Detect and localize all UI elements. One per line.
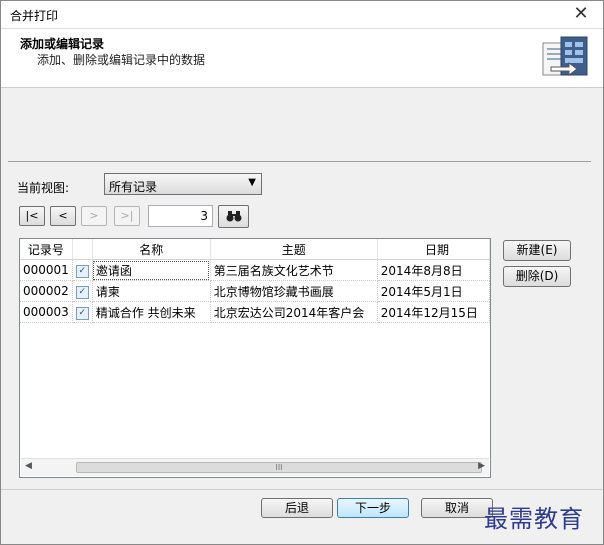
binoculars-icon	[226, 211, 241, 222]
table-row[interactable]: 000003 ✓ 精诚合作 共创未来 北京宏达公司2014年客户会 2014年1…	[20, 301, 490, 323]
close-icon[interactable]: ✕	[571, 3, 591, 25]
table-row[interactable]: 000002 ✓ 请柬 北京博物馆珍藏书画展 2014年5月1日	[20, 280, 490, 302]
back-button[interactable]: 后退	[261, 498, 333, 518]
merge-document-icon	[542, 36, 588, 76]
previous-record-button[interactable]: <	[50, 206, 76, 226]
column-header-record-id[interactable]: 记录号	[20, 239, 73, 260]
header-divider	[8, 161, 591, 162]
find-button[interactable]	[218, 205, 249, 228]
column-header-date[interactable]: 日期	[377, 239, 490, 260]
window-title: 合并打印	[10, 9, 59, 23]
footer-divider	[1, 489, 603, 490]
scrollbar-thumb[interactable]: III	[76, 462, 482, 473]
record-id-cell: 000002	[20, 280, 73, 302]
view-select-value: 所有记录	[109, 180, 158, 194]
table-header-row: 记录号 名称 主题 日期	[20, 239, 490, 260]
include-checkbox[interactable]: ✓	[75, 286, 89, 299]
cancel-button[interactable]: 取消	[421, 498, 493, 518]
next-button[interactable]: 下一步	[337, 498, 409, 518]
scroll-right-icon[interactable]: ▶	[478, 461, 485, 471]
merge-print-dialog: 合并打印 ✕ 添加或编辑记录 添加、删除或编辑记录中的数据 当前视图: 所有记录…	[0, 0, 604, 545]
watermark-text: 最需教育	[484, 505, 584, 533]
subject-cell[interactable]: 北京宏达公司2014年客户会	[210, 301, 378, 323]
column-header-subject[interactable]: 主题	[210, 239, 378, 260]
scroll-left-icon[interactable]: ◀	[25, 461, 32, 471]
header-title: 添加或编辑记录	[20, 37, 105, 51]
record-number-input[interactable]: 3	[148, 205, 213, 227]
title-bar: 合并打印 ✕	[1, 1, 603, 29]
chevron-down-icon: ▼	[248, 177, 256, 188]
current-view-label: 当前视图:	[17, 181, 70, 195]
next-record-button[interactable]: >	[81, 206, 107, 226]
include-checkbox[interactable]: ✓	[75, 307, 89, 320]
last-record-button[interactable]: >|	[114, 206, 140, 226]
name-cell[interactable]: 精诚合作 共创未来	[92, 301, 211, 323]
column-header-name[interactable]: 名称	[92, 239, 211, 260]
subject-cell[interactable]: 第三届名族文化艺术节	[210, 259, 378, 281]
table-row[interactable]: 000001 ✓ 邀请函 第三届名族文化艺术节 2014年8月8日	[20, 259, 490, 281]
horizontal-scrollbar[interactable]: ◀ III ▶	[21, 458, 489, 476]
first-record-button[interactable]: |<	[19, 206, 45, 226]
include-checkbox[interactable]: ✓	[75, 265, 89, 278]
date-cell[interactable]: 2014年12月15日	[377, 301, 490, 323]
name-cell[interactable]: 邀请函	[92, 259, 211, 281]
header-subtitle: 添加、删除或编辑记录中的数据	[37, 53, 206, 67]
new-record-button[interactable]: 新建(E)	[503, 240, 571, 261]
records-table: 记录号 名称 主题 日期 000001 ✓ 邀请函 第三届名族文化艺术节 201…	[19, 238, 491, 478]
name-cell[interactable]: 请柬	[92, 280, 211, 302]
delete-record-button[interactable]: 删除(D)	[503, 266, 571, 287]
column-header-include[interactable]	[72, 239, 93, 260]
date-cell[interactable]: 2014年5月1日	[377, 280, 490, 302]
date-cell[interactable]: 2014年8月8日	[377, 259, 490, 281]
record-id-cell: 000003	[20, 301, 73, 323]
view-select[interactable]: 所有记录 ▼	[104, 173, 262, 195]
wizard-header: 添加或编辑记录 添加、删除或编辑记录中的数据	[1, 29, 603, 88]
record-id-cell: 000001	[20, 259, 73, 281]
subject-cell[interactable]: 北京博物馆珍藏书画展	[210, 280, 378, 302]
